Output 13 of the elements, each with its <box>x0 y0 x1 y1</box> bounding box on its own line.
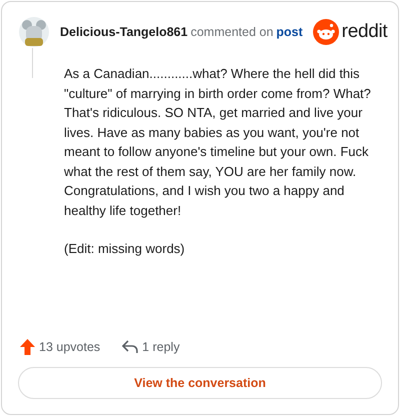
action-text: commented on <box>190 25 274 39</box>
comment-text: (Edit: missing words) <box>64 240 186 258</box>
reply-count: 1 reply <box>142 340 180 354</box>
alien-logo-icon <box>312 19 339 45</box>
comment-text: As a Canadian............what? Where the hell did this "culture" of marrying in birth order come from? What? That's ridiculous. SO NTA, get married and live your lives. Have as many babies as you want, you're not meant to follow anyone's timeline but your own. Fuck what the rest of them say, YOU are her family now. Congratulations, and I wish you two a happy and healthy life together! <box>64 65 372 220</box>
brand-name: reddit <box>342 21 388 43</box>
reply-arrow-icon[interactable] <box>122 340 138 354</box>
avatar-icon <box>18 16 50 48</box>
upvote-arrow-icon[interactable] <box>20 339 35 355</box>
view-conversation-button[interactable]: View the conversation <box>18 367 382 399</box>
author-name: Delicious-Tangelo861 <box>60 25 188 39</box>
upvote-count: 13 upvotes <box>39 340 100 354</box>
post-link[interactable]: post <box>276 25 303 39</box>
